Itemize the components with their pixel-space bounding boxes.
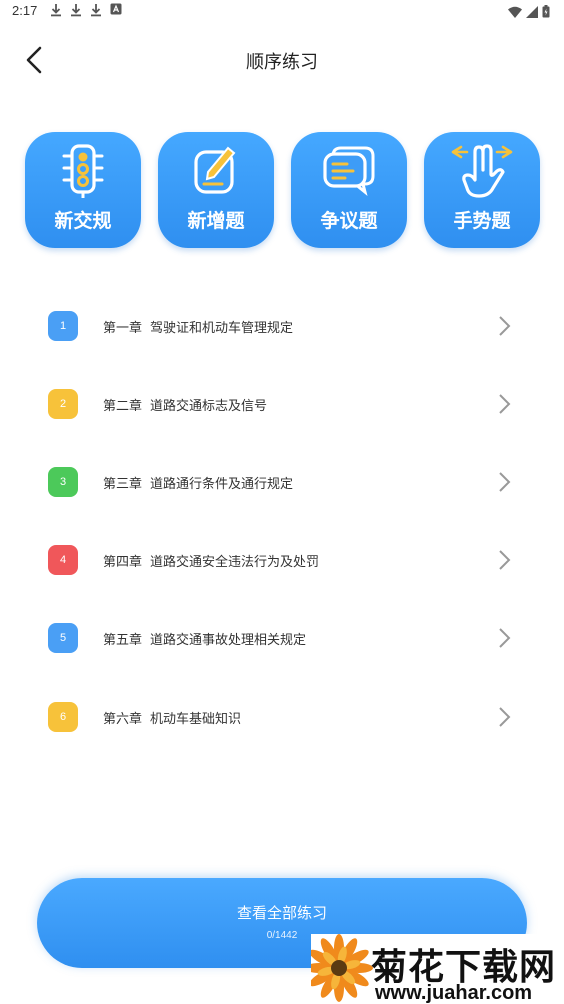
watermark-url: www.juahar.com	[375, 982, 533, 1004]
chapter-number-badge: 2	[48, 389, 78, 419]
download-icon	[50, 3, 64, 17]
chapter-title: 第一章 驾驶证和机动车管理规定	[103, 321, 294, 336]
chevron-right-icon	[499, 707, 511, 727]
chat-bubbles-icon	[291, 142, 407, 202]
feature-gesture-questions[interactable]: 手势题	[424, 132, 540, 248]
feature-label: 争议题	[320, 210, 378, 232]
status-time: 2:17	[12, 3, 38, 18]
app-notification-icon	[110, 3, 124, 17]
page-title: 顺序练习	[246, 52, 318, 73]
feature-new-questions[interactable]: 新增题	[158, 132, 274, 248]
view-all-label: 查看全部练习	[236, 904, 327, 922]
chapter-item[interactable]: 4 第四章 道路交通安全违法行为及处罚	[0, 522, 564, 582]
download-icon	[70, 3, 84, 17]
feature-label: 新增题	[187, 210, 245, 232]
feature-grid: 新交规 新增题 争议题 手势题	[25, 132, 541, 250]
chapter-item[interactable]: 6 第六章 机动车基础知识	[0, 679, 564, 739]
download-icon	[90, 3, 104, 17]
chevron-right-icon	[499, 316, 511, 336]
chapter-item[interactable]: 3 第三章 道路通行条件及通行规定	[0, 444, 564, 504]
chapter-number-badge: 6	[48, 702, 78, 732]
signal-icon	[526, 3, 538, 22]
chevron-right-icon	[499, 394, 511, 414]
feature-new-rules[interactable]: 新交规	[25, 132, 141, 248]
chapter-title: 第三章 道路通行条件及通行规定	[103, 477, 294, 492]
feature-disputed-questions[interactable]: 争议题	[291, 132, 407, 248]
chapter-number-badge: 5	[48, 623, 78, 653]
chevron-right-icon	[499, 472, 511, 492]
battery-icon	[542, 3, 550, 22]
chapter-number-badge: 1	[48, 311, 78, 341]
site-watermark: 菊花下载网 www.juahar.com	[311, 934, 564, 1004]
flower-logo-icon	[311, 934, 373, 1002]
chapter-title: 第四章 道路交通安全违法行为及处罚	[103, 555, 320, 570]
top-bar: 顺序练习	[0, 34, 564, 86]
chapter-number-badge: 3	[48, 467, 78, 497]
notification-icons	[50, 3, 124, 17]
chapter-title: 第五章 道路交通事故处理相关规定	[103, 633, 307, 648]
chapter-item[interactable]: 5 第五章 道路交通事故处理相关规定	[0, 600, 564, 660]
hand-gesture-icon	[424, 142, 540, 202]
chapter-item[interactable]: 2 第二章 道路交通标志及信号	[0, 366, 564, 426]
traffic-light-icon	[25, 142, 141, 202]
chapter-item[interactable]: 1 第一章 驾驶证和机动车管理规定	[0, 288, 564, 348]
chevron-right-icon	[499, 550, 511, 570]
status-bar: 2:17	[0, 0, 564, 24]
feature-label: 手势题	[453, 210, 511, 232]
chapter-title: 第六章 机动车基础知识	[103, 712, 242, 727]
chapter-number-badge: 4	[48, 545, 78, 575]
chapter-title: 第二章 道路交通标志及信号	[103, 399, 268, 414]
edit-note-icon	[158, 142, 274, 202]
feature-label: 新交规	[54, 210, 112, 232]
chevron-right-icon	[499, 628, 511, 648]
wifi-icon	[508, 3, 522, 22]
system-icons	[508, 3, 550, 22]
